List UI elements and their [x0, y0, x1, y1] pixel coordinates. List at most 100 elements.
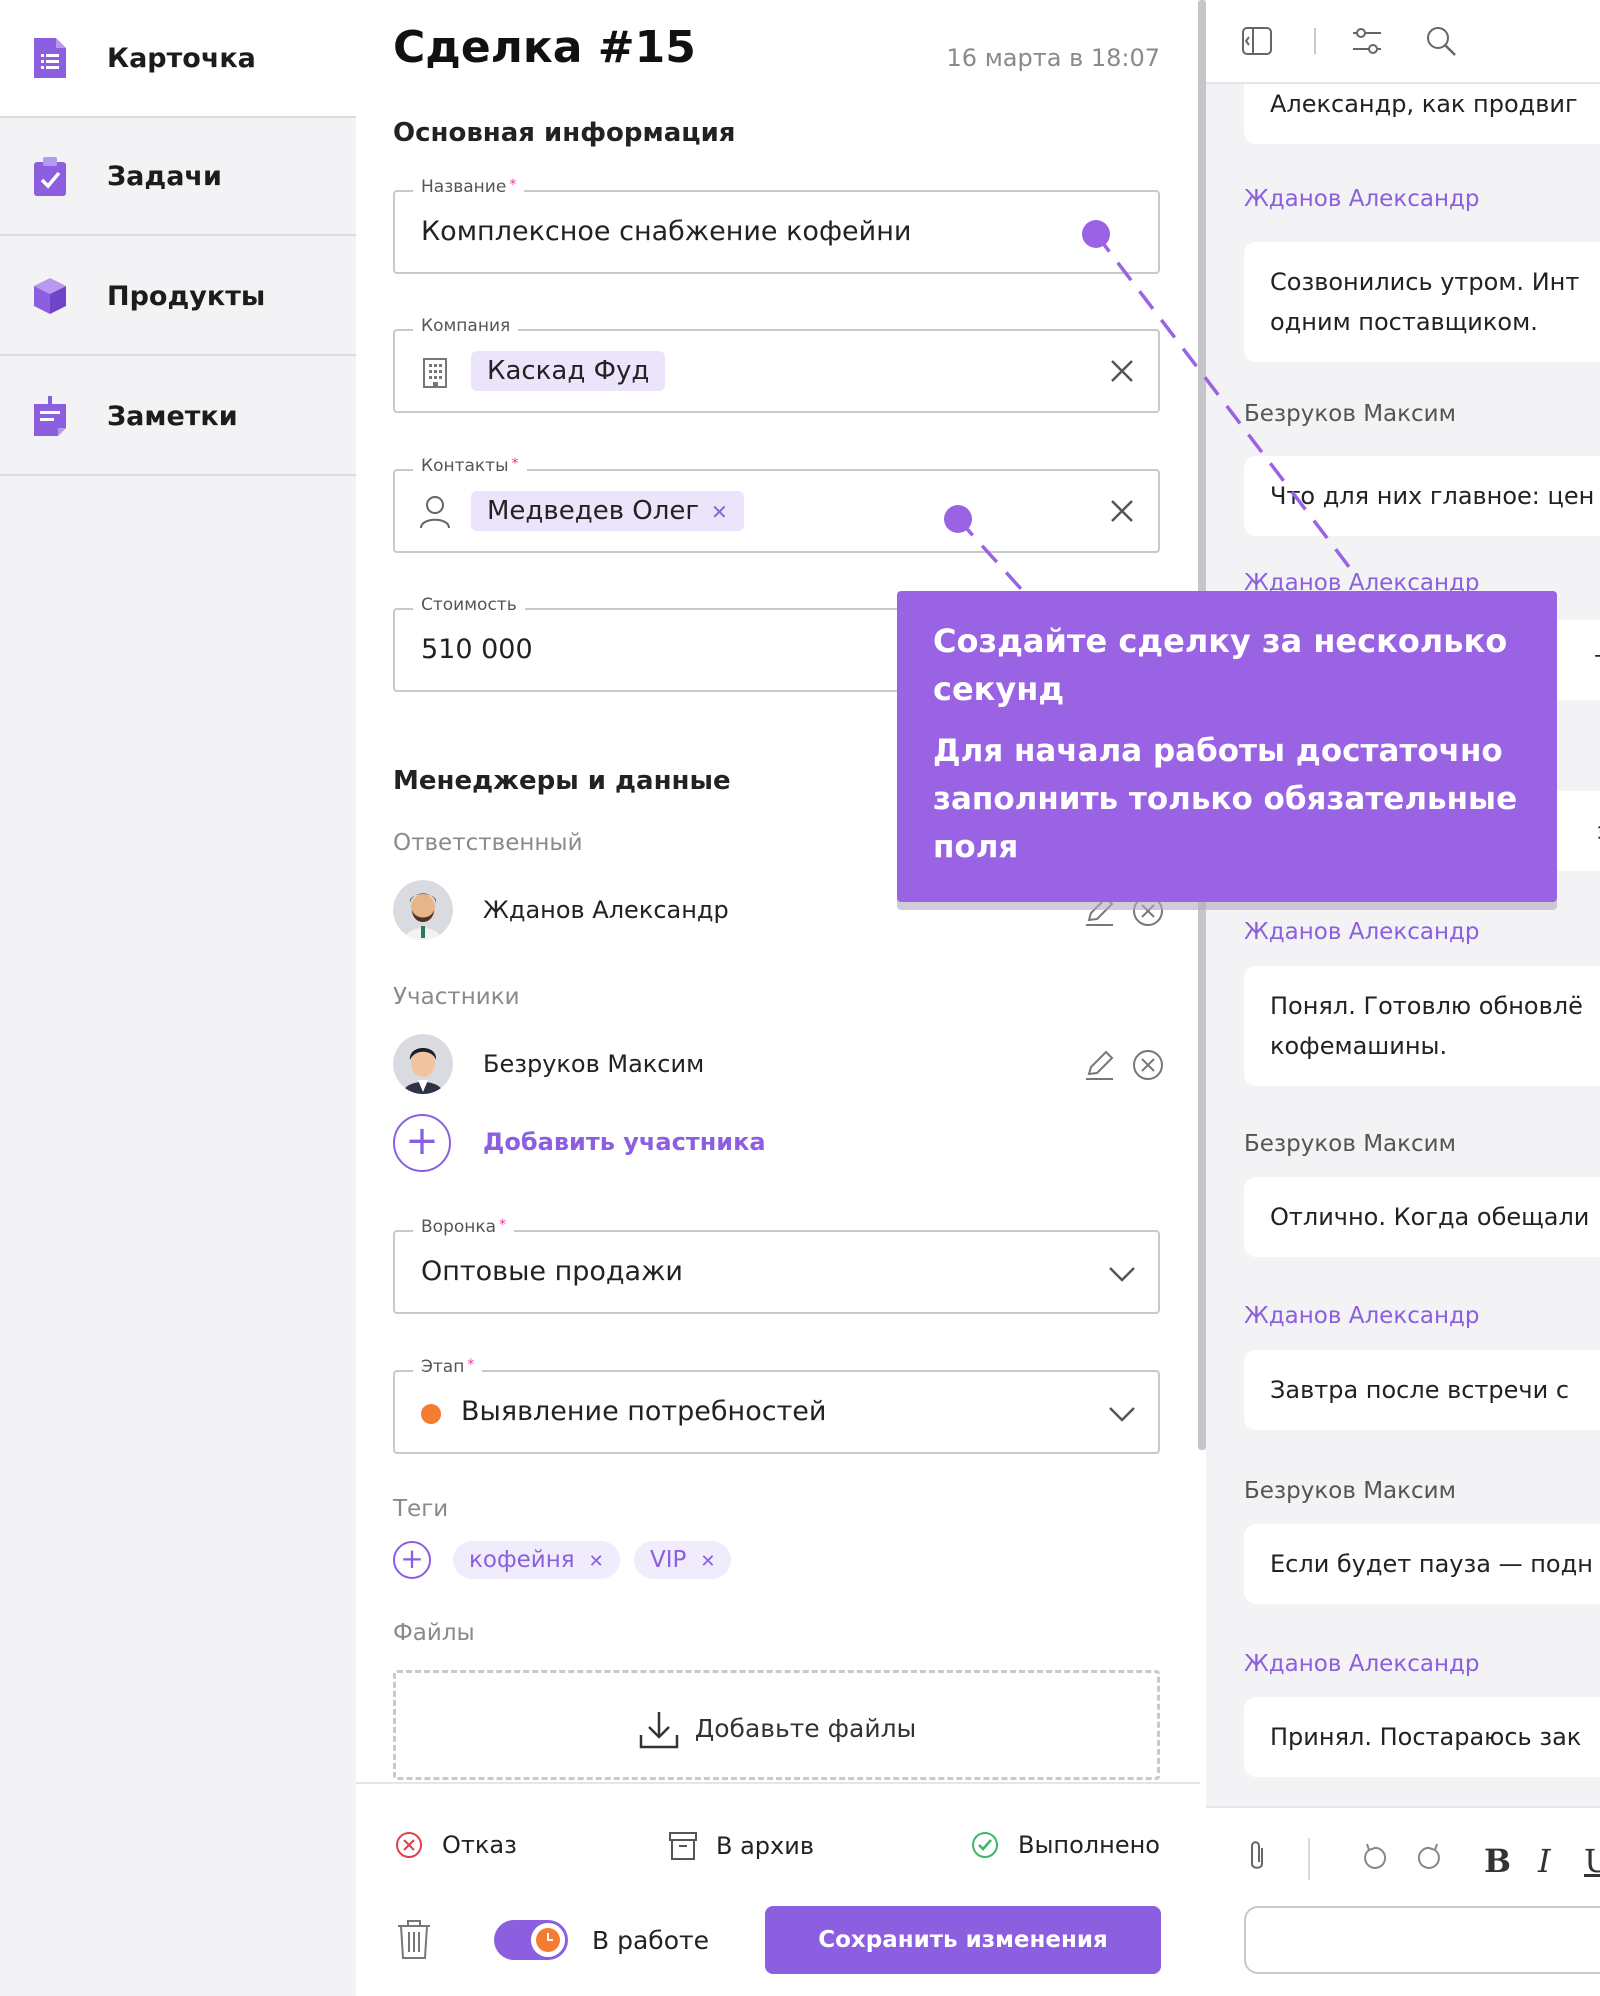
- collapse-panel-icon[interactable]: [1240, 24, 1274, 58]
- chat-toolbar: [1206, 0, 1600, 84]
- contacts-field-label: Контакты *: [413, 456, 527, 476]
- responsible-name: Жданов Александр: [483, 896, 729, 924]
- message-author: Жданов Александр: [1244, 919, 1480, 945]
- form-footer: Отказ В архив Выполнено В работе Сохрани…: [356, 1782, 1200, 1996]
- chat-panel: Александр, как продвиг Жданов Александр Со…: [1206, 0, 1600, 1996]
- remove-tag-icon[interactable]: ✕: [700, 1551, 715, 1572]
- participant-row: Безруков Максим: [393, 1034, 1163, 1096]
- stage-select[interactable]: Этап * Выявление потребностей: [393, 1357, 1160, 1454]
- done-button[interactable]: Выполнено: [970, 1830, 1160, 1860]
- message-bubble: Если будет пауза — подн: [1244, 1524, 1600, 1604]
- name-label-text: Название: [421, 177, 507, 197]
- toolbar-divider: [1314, 28, 1316, 54]
- paperclip-icon[interactable]: [1242, 1838, 1272, 1874]
- remove-tag-icon[interactable]: ✕: [589, 1551, 604, 1572]
- avatar: [393, 880, 453, 940]
- user-icon: [420, 496, 450, 529]
- sidebar-item-products[interactable]: Продукты: [0, 238, 356, 356]
- contact-chip[interactable]: Медведев Олег ✕: [471, 491, 744, 531]
- participants-label: Участники: [393, 984, 520, 1010]
- required-mark: *: [499, 1217, 507, 1233]
- stage-label-text: Этап: [421, 1357, 465, 1377]
- cost-field-label: Стоимость: [413, 595, 525, 615]
- bold-button[interactable]: B: [1484, 1842, 1511, 1880]
- name-field[interactable]: Название * Комплексное снабжение кофейни: [393, 177, 1160, 274]
- company-field-label: Компания: [413, 316, 519, 336]
- chevron-down-icon: [1109, 1407, 1135, 1422]
- file-dropzone[interactable]: Добавьте файлы: [393, 1670, 1160, 1780]
- reject-label: Отказ: [442, 1831, 517, 1859]
- tag-chip[interactable]: кофейня ✕: [453, 1541, 620, 1579]
- reject-button[interactable]: Отказ: [394, 1830, 517, 1860]
- done-check-icon: [972, 1832, 998, 1858]
- required-mark: *: [509, 177, 517, 193]
- reject-circle-icon: [396, 1832, 422, 1858]
- sidebar-item-label: Задачи: [107, 160, 222, 192]
- save-button[interactable]: Сохранить изменения: [765, 1906, 1161, 1974]
- dropzone-label: Добавьте файлы: [694, 1714, 917, 1743]
- sidebar-item-label: Продукты: [107, 280, 266, 312]
- sidebar-item-label: Заметки: [107, 400, 238, 432]
- sidebar-item-notes[interactable]: Заметки: [0, 358, 356, 476]
- name-value[interactable]: Комплексное снабжение кофейни: [421, 216, 911, 247]
- italic-button[interactable]: I: [1538, 1842, 1551, 1880]
- pipeline-label-text: Воронка: [421, 1217, 497, 1237]
- message-line: Принял. Постараюсь зак: [1270, 1723, 1582, 1751]
- company-field[interactable]: Компания Каскад Фуд: [393, 316, 1160, 413]
- remove-contact-icon[interactable]: ✕: [711, 500, 728, 524]
- participant-name: Безруков Максим: [483, 1050, 705, 1078]
- archive-label: В архив: [716, 1832, 814, 1860]
- message-bubble: Отлично. Когда обещали: [1244, 1177, 1600, 1257]
- company-chip[interactable]: Каскад Фуд: [471, 351, 666, 391]
- message-input[interactable]: [1244, 1906, 1600, 1974]
- deal-date: 16 марта в 18:07: [946, 44, 1160, 72]
- sidebar-item-tasks[interactable]: Задачи: [0, 118, 356, 236]
- sidebar-item-card[interactable]: Карточка: [0, 0, 356, 118]
- cost-value[interactable]: 510 000: [421, 634, 533, 665]
- message-author: Безруков Максим: [1244, 1131, 1456, 1157]
- message-line: Если будет пауза — подн: [1270, 1550, 1593, 1578]
- add-participant-label: Добавить участника: [483, 1128, 766, 1156]
- contact-chip-label: Медведев Олег: [487, 496, 700, 526]
- message-bubble: Принял. Постараюсь зак: [1244, 1697, 1600, 1777]
- message-bubble: Завтра после встречи с: [1244, 1350, 1600, 1430]
- stage-value: Выявление потребностей: [461, 1396, 827, 1427]
- plus-icon: +: [393, 1114, 451, 1172]
- stage-field-label: Этап *: [413, 1357, 483, 1377]
- pipeline-value: Оптовые продажи: [421, 1256, 683, 1287]
- message-author: Жданов Александр: [1244, 1303, 1480, 1329]
- message-line: Завтра после встречи с: [1270, 1376, 1570, 1404]
- pipeline-select[interactable]: Воронка * Оптовые продажи: [393, 1217, 1160, 1314]
- message-author: Жданов Александр: [1244, 186, 1480, 212]
- underline-button[interactable]: U: [1584, 1842, 1600, 1880]
- status-toggle[interactable]: [494, 1920, 568, 1960]
- stage-status-dot: [421, 1404, 441, 1424]
- product-box-icon: [34, 278, 66, 314]
- message-author: Безруков Максим: [1244, 1478, 1456, 1504]
- avatar: [393, 1034, 453, 1094]
- trash-icon[interactable]: [396, 1918, 432, 1960]
- tag-label: VIP: [650, 1547, 687, 1573]
- add-tag-button[interactable]: +: [393, 1541, 431, 1579]
- message-bubble: Что для них главное: цен: [1244, 456, 1600, 536]
- redo-icon[interactable]: [1414, 1838, 1444, 1874]
- contacts-field[interactable]: Контакты * Медведев Олег ✕: [393, 456, 1160, 553]
- done-label: Выполнено: [1018, 1831, 1160, 1859]
- undo-icon[interactable]: [1360, 1838, 1390, 1874]
- archive-button[interactable]: В архив: [668, 1830, 814, 1862]
- required-mark: *: [511, 456, 519, 472]
- filter-icon[interactable]: [1350, 24, 1384, 58]
- message-line: Отлично. Когда обещали: [1270, 1203, 1590, 1231]
- message-line: кофемашины.: [1270, 1032, 1448, 1060]
- add-participant-button[interactable]: + Добавить участника: [393, 1114, 793, 1174]
- message-bubble: Понял. Готовлю обновлё кофемашины.: [1244, 966, 1600, 1086]
- clear-icon[interactable]: [1104, 493, 1140, 529]
- section-title-managers: Менеджеры и данные: [393, 766, 731, 796]
- edit-pencil-icon[interactable]: [1083, 1048, 1117, 1082]
- message-bubble: Созвонились утром. Инт одним поставщиком.: [1244, 242, 1600, 362]
- remove-circle-icon[interactable]: [1131, 1048, 1165, 1082]
- search-icon[interactable]: [1424, 24, 1458, 58]
- tag-chip[interactable]: VIP ✕: [634, 1541, 732, 1579]
- task-clipboard-icon: [34, 157, 66, 196]
- clear-icon[interactable]: [1104, 353, 1140, 389]
